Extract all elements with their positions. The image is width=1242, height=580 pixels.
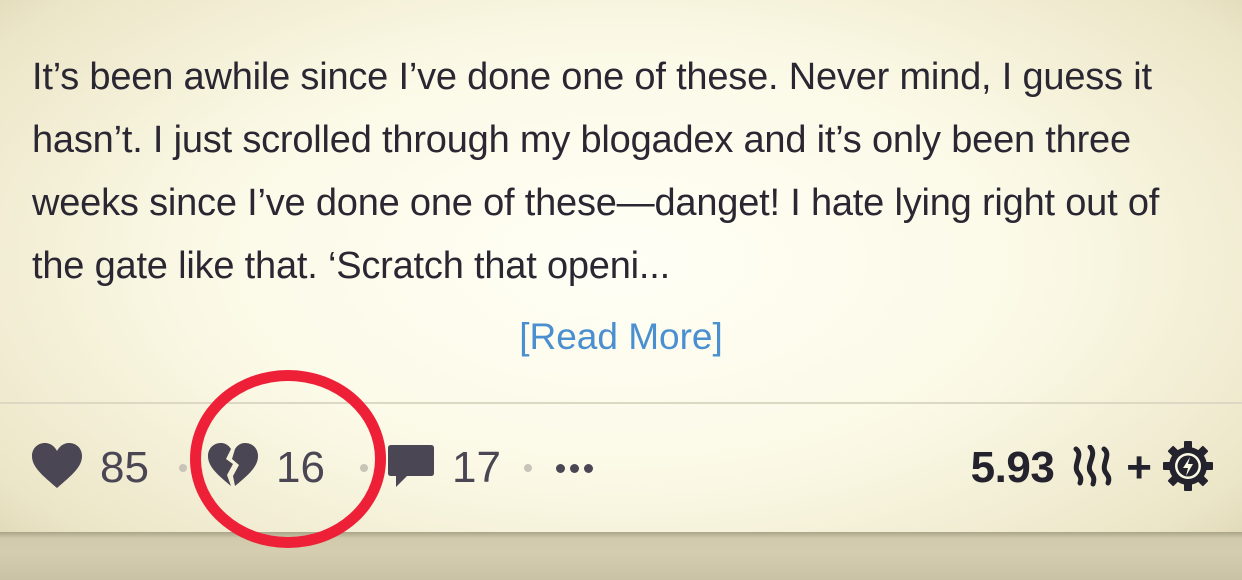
separator-dot	[360, 464, 368, 472]
ellipsis-icon	[556, 463, 565, 473]
heart-icon	[30, 442, 84, 495]
ellipsis-icon	[584, 463, 593, 473]
ellipsis-icon	[570, 463, 579, 473]
gear-bolt-icon	[1162, 440, 1214, 497]
separator-dot	[179, 464, 187, 472]
payout-display[interactable]: 5.93 +	[971, 404, 1214, 532]
steem-logo-icon	[1068, 444, 1118, 492]
broken-heart-icon	[206, 442, 260, 495]
more-options-button[interactable]	[556, 404, 593, 532]
comments-button[interactable]: 17	[386, 404, 501, 532]
speech-bubble-icon	[386, 442, 436, 495]
card-bottom-edge	[0, 532, 1242, 580]
read-more-link[interactable]: [Read More]	[0, 316, 1242, 358]
separator-dot	[524, 464, 532, 472]
post-footer: 85 16 17 5.93 +	[0, 404, 1242, 532]
post-excerpt: It’s been awhile since I’ve done one of …	[32, 56, 1160, 287]
upvote-button[interactable]: 85	[30, 404, 149, 532]
downvote-count: 16	[276, 443, 325, 492]
payout-amount: 5.93	[970, 443, 1055, 492]
upvote-count: 85	[100, 443, 149, 492]
plus-sign: +	[1126, 443, 1152, 492]
downvote-button[interactable]: 16	[206, 404, 325, 532]
comment-count: 17	[452, 443, 501, 492]
